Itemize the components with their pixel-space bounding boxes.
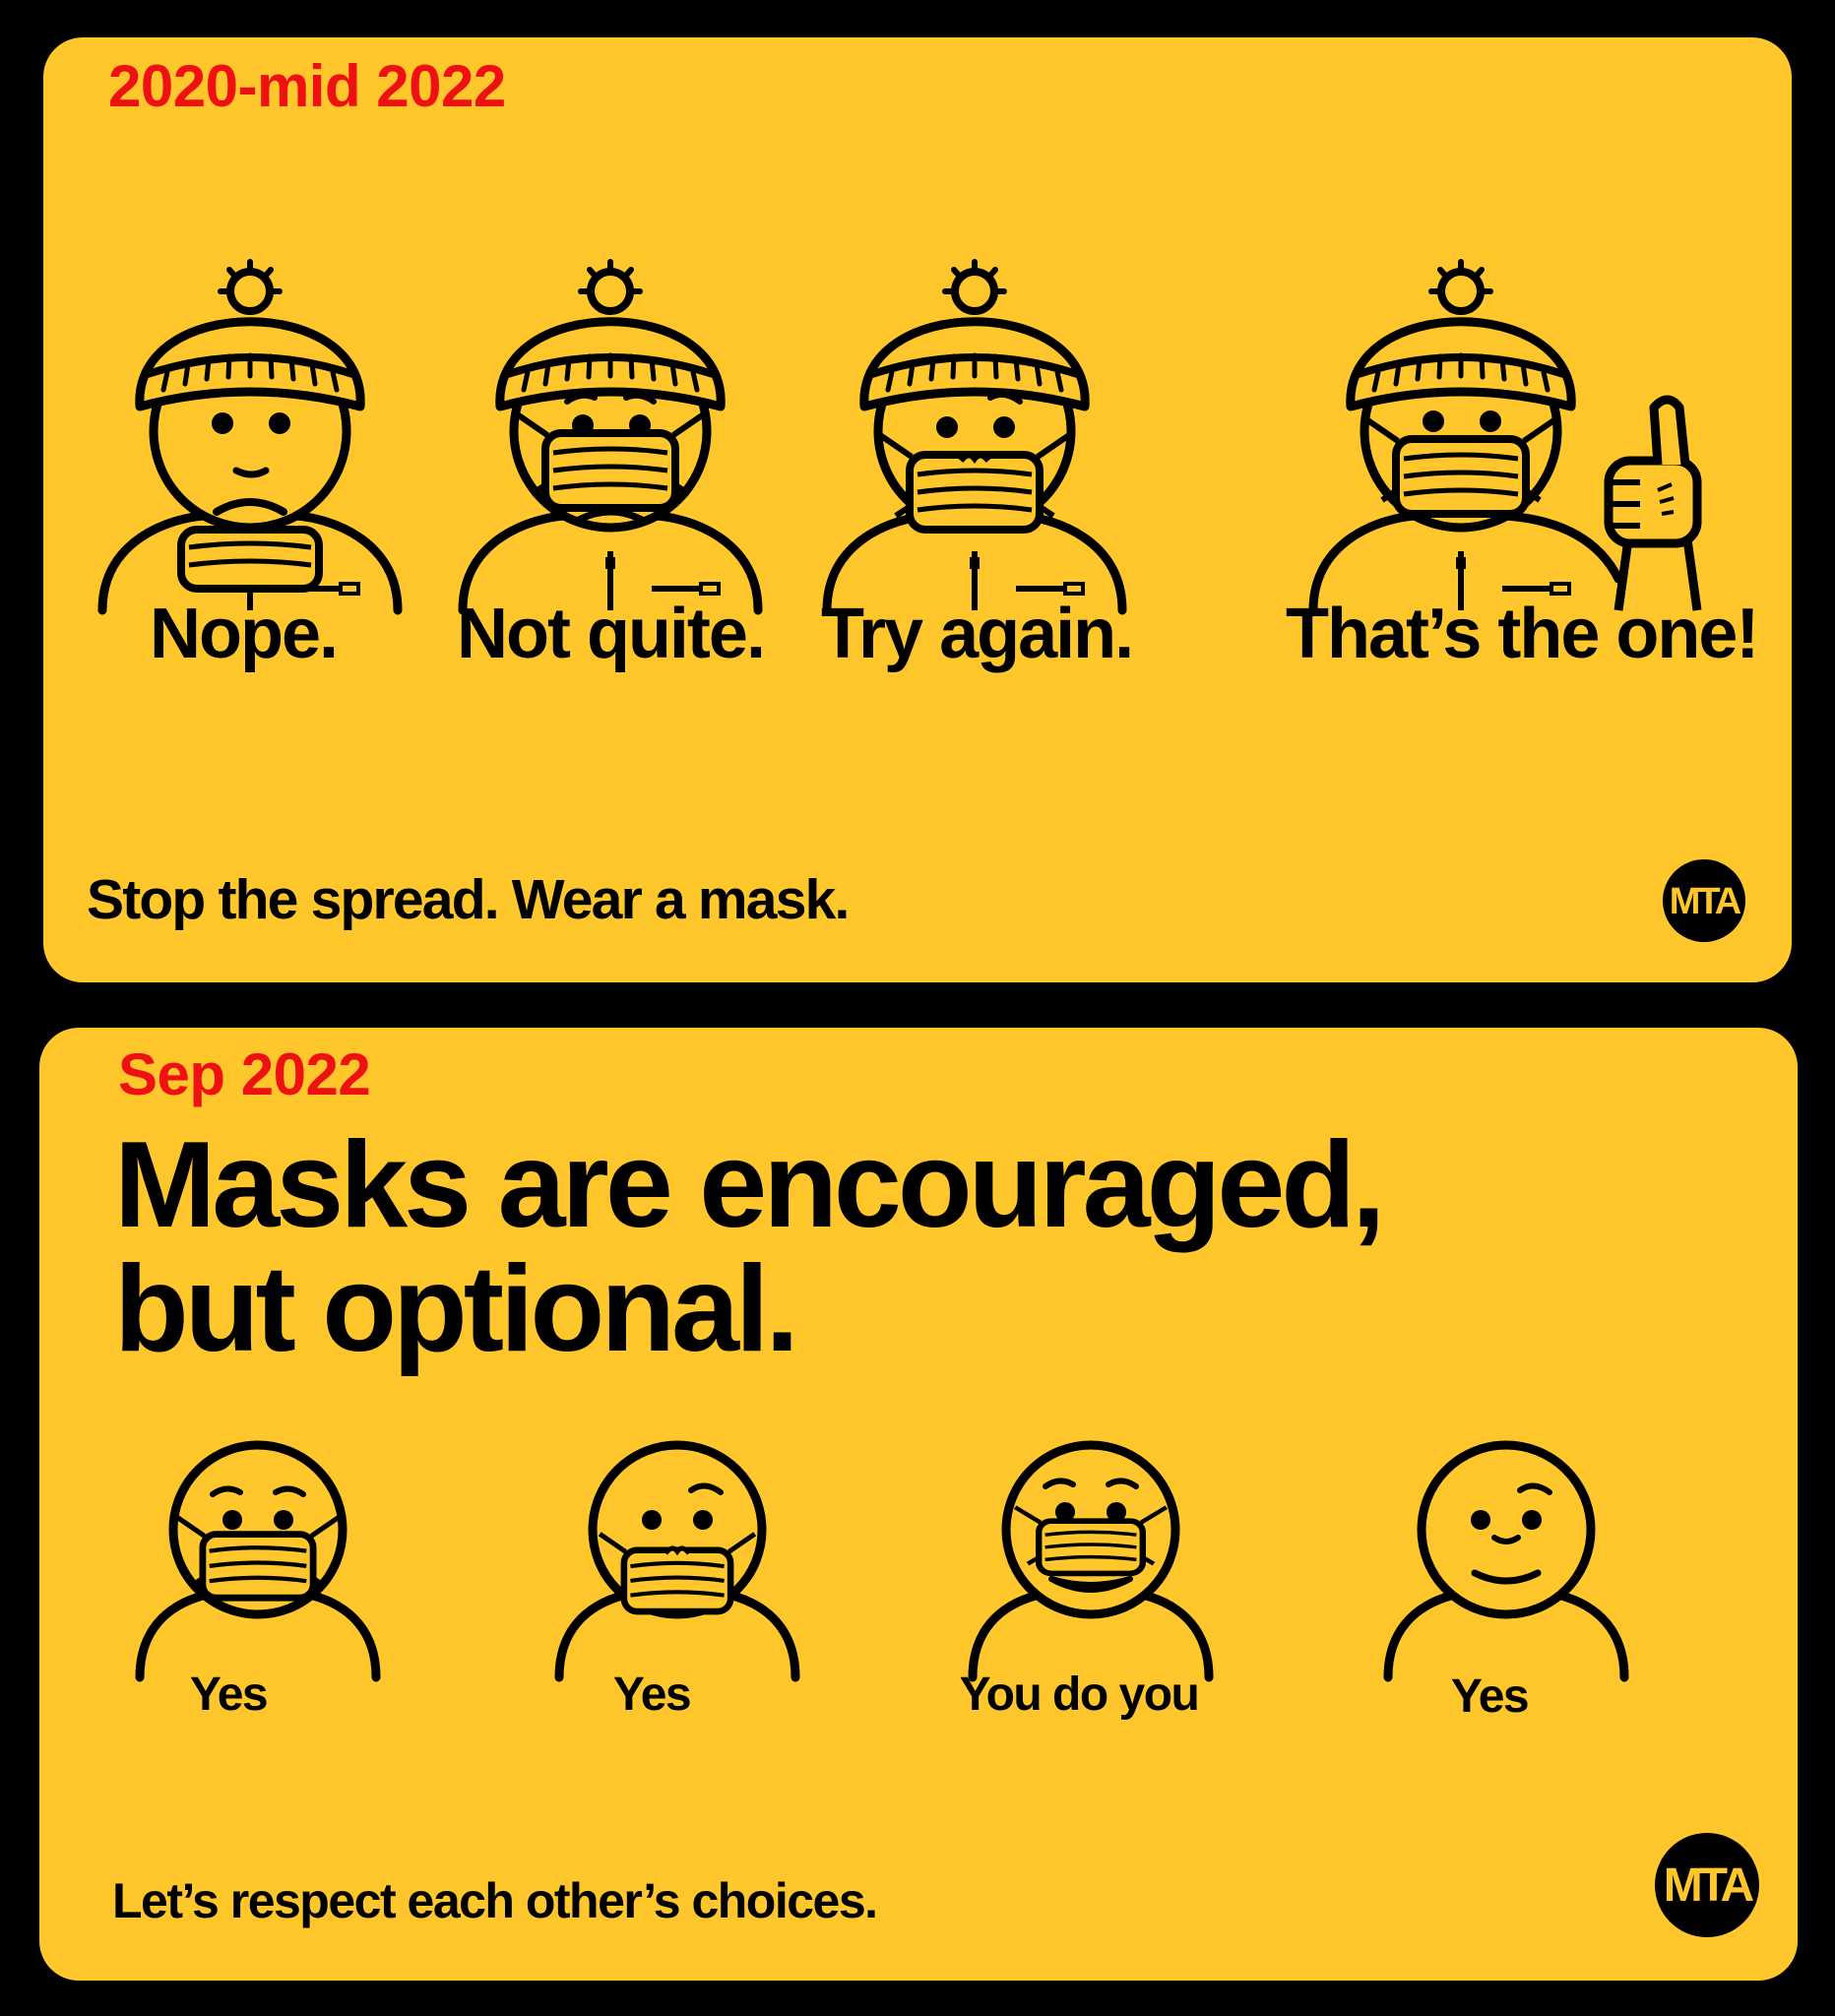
tagline: Let’s respect each other’s choices. [112,1873,878,1928]
mta-logo-icon: MTA [1655,1833,1759,1937]
figure-caption: Try again. [821,595,1134,673]
person-mask-with-mouth-showing-icon [963,1440,1219,1707]
person-masked-icon [130,1440,386,1707]
figure-caption: Yes [612,1669,692,1721]
person-mask-below-nose-icon [549,1440,805,1707]
mask-poster-2020: 2020-mid 2022 Nope. Not quite. Try again… [43,37,1792,982]
beanie-person-mask-below-nose-icon [453,234,768,618]
beanie-person-mask-on-chin-frowning-icon [93,234,408,618]
person-unmasked-smiling-icon [1378,1440,1634,1707]
figure-caption: You do you [959,1669,1200,1721]
period-label: Sep 2022 [118,1041,371,1107]
figure-caption: Yes [1450,1670,1530,1723]
period-label: 2020-mid 2022 [108,53,506,119]
figure-caption: That’s the one! [1286,595,1759,673]
headline-line: Masks are encouraged, [114,1117,1386,1253]
beanie-person-mask-below-nose-smirk-icon [817,234,1132,618]
svg-text:MTA: MTA [1670,881,1741,922]
headline: Masks are encouraged, but optional. [114,1117,1386,1377]
beanie-person-mask-on-thumbs-up-icon [1308,234,1702,615]
tagline: Stop the spread. Wear a mask. [87,868,850,931]
figure-caption: Not quite. [457,595,766,673]
svg-text:MTA: MTA [1664,1859,1754,1912]
headline-line: but optional. [114,1241,799,1377]
mta-logo-icon: MTA [1663,859,1745,942]
figure-caption: Yes [189,1669,269,1721]
figure-caption: Nope. [150,595,339,673]
mask-poster-sep-2022: Sep 2022 Masks are encouraged, but optio… [39,1028,1798,1981]
